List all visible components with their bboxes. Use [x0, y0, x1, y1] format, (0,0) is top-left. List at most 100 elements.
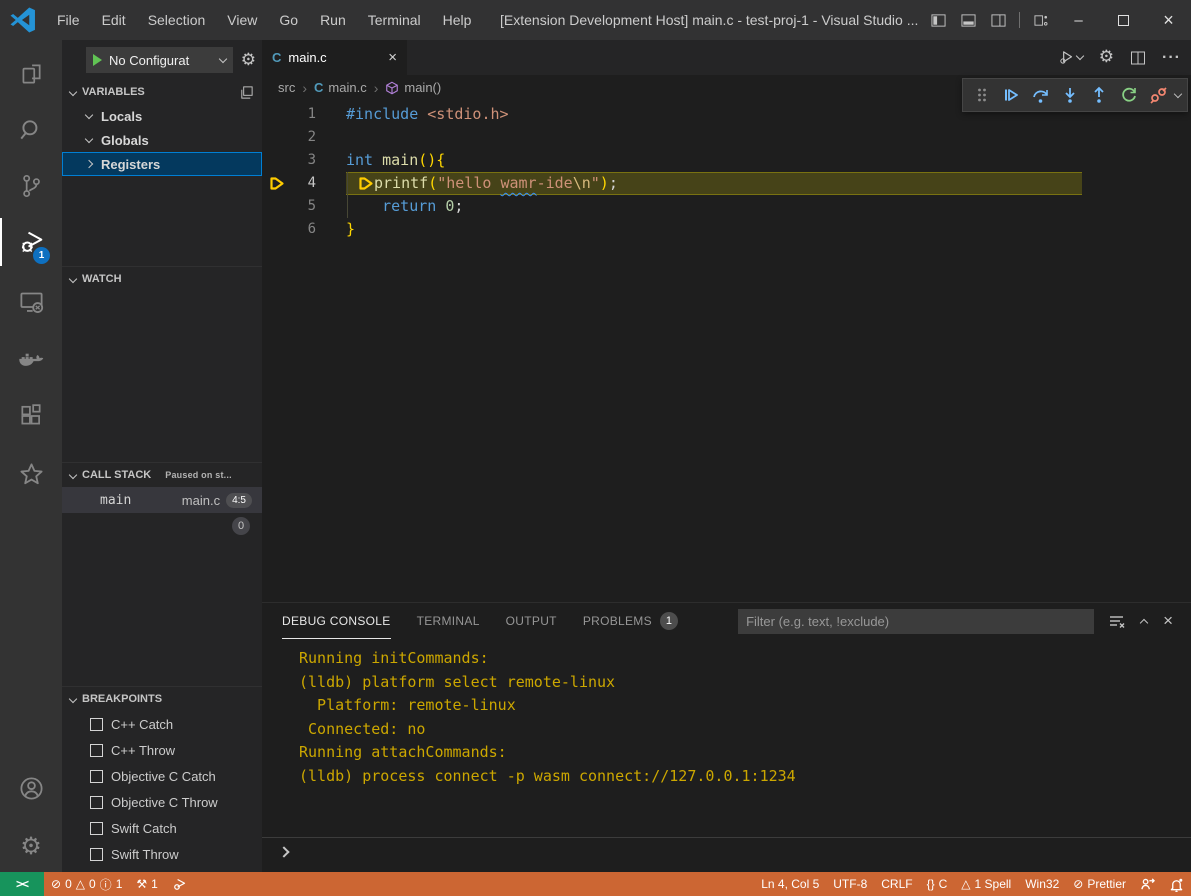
panel-tab-problems[interactable]: PROBLEMS1 — [583, 604, 678, 639]
maximize-button[interactable] — [1101, 0, 1146, 40]
tab-close-icon[interactable]: × — [388, 49, 397, 66]
step-over-button[interactable] — [1028, 82, 1053, 108]
code-area[interactable]: 1#include <stdio.h>23int main(){4printf(… — [262, 100, 1191, 241]
run-or-debug-button[interactable] — [1058, 49, 1083, 66]
chevron-down-icon — [69, 88, 77, 96]
breakpoint-checkbox[interactable] — [90, 796, 103, 809]
breakpoint-checkbox[interactable] — [90, 718, 103, 731]
remote-explorer-icon[interactable] — [0, 278, 62, 326]
account-icon[interactable] — [0, 764, 62, 812]
settings-gear-icon[interactable]: ⚙ — [0, 822, 62, 870]
language-mode[interactable]: {} C — [920, 872, 955, 896]
breakpoint-row[interactable]: C++ Throw — [62, 737, 262, 763]
call-stack-header[interactable]: CALL STACK Paused on st... — [62, 463, 262, 487]
minimize-button[interactable]: – — [1056, 0, 1101, 40]
breakpoint-checkbox[interactable] — [90, 770, 103, 783]
code-line-4[interactable]: 4printf("hello wamr-ide\n"); — [262, 172, 1191, 195]
problems-status[interactable]: ⊘ 0 △ 0 ⓘ 1 — [44, 872, 129, 896]
code-line-5[interactable]: 5 return 0; — [262, 195, 1191, 218]
tools-status[interactable]: ⚒ 1 — [129, 872, 164, 896]
disconnect-button[interactable] — [1146, 82, 1171, 108]
encoding-indicator[interactable]: UTF-8 — [826, 872, 874, 896]
breakpoint-row[interactable]: Swift Catch — [62, 815, 262, 841]
customize-layout-icon[interactable] — [1026, 0, 1056, 40]
repl-prompt-icon — [278, 846, 289, 857]
formatter-label: Prettier — [1087, 877, 1126, 891]
formatter-status[interactable]: ⊘ Prettier — [1066, 872, 1133, 896]
debug-console-input[interactable] — [262, 837, 1191, 865]
step-out-button[interactable] — [1087, 82, 1112, 108]
menu-item-edit[interactable]: Edit — [91, 0, 137, 40]
source-control-icon[interactable] — [0, 162, 62, 210]
breakpoint-row[interactable]: Objective C Throw — [62, 789, 262, 815]
watch-header[interactable]: WATCH — [62, 267, 262, 291]
docker-icon[interactable] — [0, 336, 62, 384]
editor-settings-gear-icon[interactable]: ⚙ — [1099, 49, 1114, 66]
console-filter-input[interactable] — [738, 609, 1094, 634]
variables-item-locals[interactable]: Locals — [62, 104, 262, 128]
debug-status-icon[interactable] — [165, 872, 194, 896]
chevron-down-icon[interactable] — [1174, 89, 1182, 97]
code-line-6[interactable]: 6} — [262, 218, 1191, 241]
platform-indicator[interactable]: Win32 — [1018, 872, 1066, 896]
breadcrumb-item[interactable]: Cmain.c — [314, 80, 367, 95]
variables-header[interactable]: VARIABLES — [62, 80, 262, 104]
step-into-button[interactable] — [1057, 82, 1082, 108]
breakpoint-checkbox[interactable] — [90, 848, 103, 861]
toggle-sidebar-icon[interactable] — [923, 0, 953, 40]
toggle-panel-icon[interactable] — [953, 0, 983, 40]
menu-item-view[interactable]: View — [216, 0, 268, 40]
close-panel-icon[interactable]: × — [1163, 611, 1173, 631]
launch-settings-gear-icon[interactable]: ⚙ — [241, 50, 256, 70]
code-line-2[interactable]: 2 — [262, 126, 1191, 149]
cursor-position[interactable]: Ln 4, Col 5 — [754, 872, 826, 896]
breakpoints-header[interactable]: BREAKPOINTS — [62, 687, 262, 711]
panel-tab-output[interactable]: OUTPUT — [506, 604, 557, 639]
code-line-3[interactable]: 3int main(){ — [262, 149, 1191, 172]
breadcrumb-item[interactable]: src — [278, 80, 295, 95]
console-line: Running attachCommands: — [299, 741, 1191, 765]
breakpoint-checkbox[interactable] — [90, 744, 103, 757]
close-window-button[interactable]: × — [1146, 0, 1191, 40]
start-debug-icon[interactable] — [93, 54, 102, 66]
toggle-secondary-sidebar-icon[interactable] — [983, 0, 1013, 40]
debug-config-dropdown[interactable]: No Configurat — [86, 47, 233, 73]
menu-item-help[interactable]: Help — [432, 0, 483, 40]
star-icon[interactable] — [0, 450, 62, 498]
panel-tab-terminal[interactable]: TERMINAL — [417, 604, 480, 639]
variables-item-globals[interactable]: Globals — [62, 128, 262, 152]
breadcrumb-item[interactable]: main() — [385, 80, 441, 95]
stack-frame-row[interactable]: main main.c 4:5 — [62, 487, 262, 513]
run-and-debug-icon[interactable]: 1 — [0, 218, 62, 266]
explorer-icon[interactable] — [0, 50, 62, 98]
breakpoint-row[interactable]: Objective C Catch — [62, 763, 262, 789]
split-editor-icon[interactable] — [1130, 50, 1146, 66]
extensions-icon[interactable] — [0, 392, 62, 440]
remote-indicator[interactable]: >< — [0, 872, 44, 896]
toolbar-drag-handle[interactable] — [969, 82, 994, 108]
debug-console-output[interactable]: Running initCommands:(lldb) platform sel… — [262, 639, 1191, 837]
panel-tab-debug-console[interactable]: DEBUG CONSOLE — [282, 604, 391, 639]
eol-indicator[interactable]: CRLF — [874, 872, 919, 896]
more-actions-icon[interactable]: ··· — [1162, 49, 1181, 67]
menu-item-terminal[interactable]: Terminal — [357, 0, 432, 40]
code-token: -ide — [537, 172, 573, 195]
restart-button[interactable] — [1116, 82, 1141, 108]
continue-button[interactable] — [998, 82, 1023, 108]
variables-item-registers[interactable]: Registers — [62, 152, 262, 176]
menu-item-run[interactable]: Run — [309, 0, 357, 40]
breakpoint-checkbox[interactable] — [90, 822, 103, 835]
menu-item-go[interactable]: Go — [268, 0, 309, 40]
clear-console-icon[interactable] — [1108, 613, 1125, 630]
breakpoint-row[interactable]: C++ Catch — [62, 711, 262, 737]
breakpoint-row[interactable]: Swift Throw — [62, 841, 262, 867]
feedback-icon[interactable] — [1133, 872, 1162, 896]
menu-item-file[interactable]: File — [46, 0, 91, 40]
maximize-panel-icon[interactable] — [1140, 618, 1148, 626]
tab-main-c[interactable]: C main.c × — [262, 40, 408, 75]
collapse-all-icon[interactable] — [239, 85, 254, 100]
notifications-bell-icon[interactable] — [1162, 872, 1191, 896]
search-icon[interactable] — [0, 106, 62, 154]
menu-item-selection[interactable]: Selection — [137, 0, 217, 40]
spell-checker-status[interactable]: △ 1 Spell — [954, 872, 1018, 896]
